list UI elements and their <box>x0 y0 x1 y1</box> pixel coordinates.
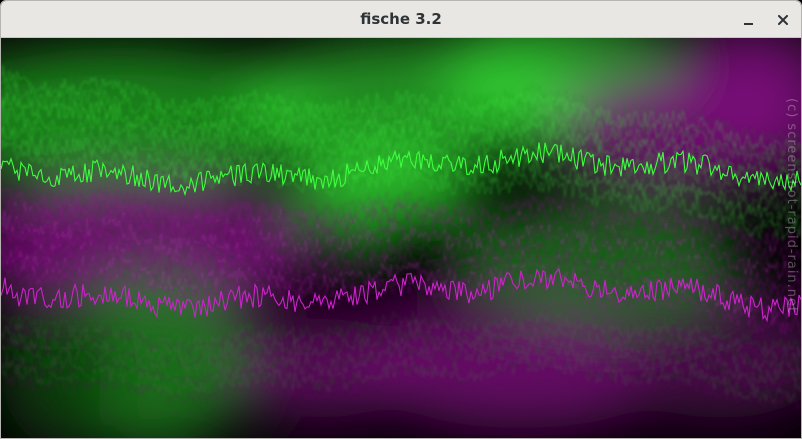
app-window: fische 3.2 (c) screenshot-rapid-rain.net <box>0 0 802 439</box>
minimize-icon <box>743 23 753 25</box>
visualizer-graphic <box>1 38 801 438</box>
minimize-button[interactable] <box>735 7 761 33</box>
window-title: fische 3.2 <box>360 10 442 28</box>
visualizer-canvas[interactable]: (c) screenshot-rapid-rain.net <box>1 38 801 438</box>
close-button[interactable] <box>770 7 796 33</box>
titlebar[interactable]: fische 3.2 <box>1 1 801 38</box>
watermark-text: (c) screenshot-rapid-rain.net <box>784 98 799 314</box>
close-icon <box>778 15 788 25</box>
